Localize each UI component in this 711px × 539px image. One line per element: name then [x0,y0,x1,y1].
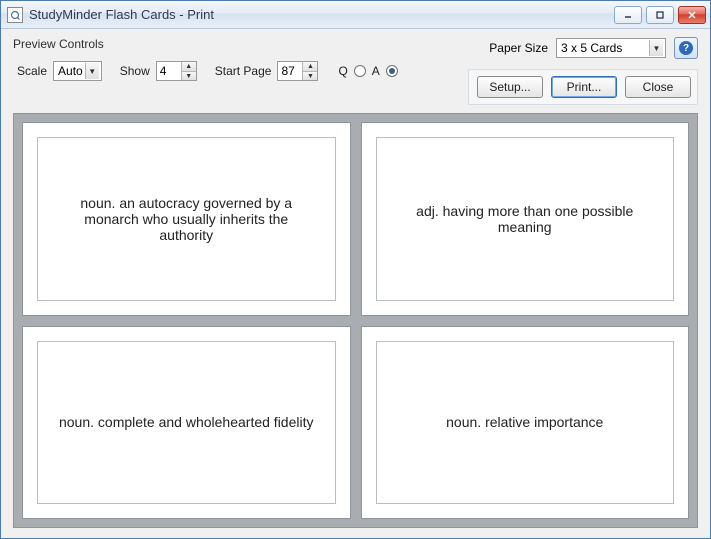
card: noun. complete and wholehearted fidelity [22,326,351,520]
button-row: Setup... Print... Close [468,69,698,105]
maximize-button[interactable] [646,6,674,24]
dropdown-icon: ▼ [649,40,663,56]
spinner-down-icon[interactable]: ▼ [303,71,317,80]
show-spinner[interactable]: 4 ▲ ▼ [156,61,197,81]
q-radio[interactable] [354,65,366,77]
minimize-button[interactable] [614,6,642,24]
a-label: A [372,64,380,78]
paper-size-row: Paper Size 3 x 5 Cards ▼ ? [468,37,698,59]
startpage-spinner[interactable]: 87 ▲ ▼ [277,61,318,81]
controls-area: Preview Controls Scale Auto ▼ Show 4 ▲ ▼ [13,37,698,105]
preview-surface: noun. an autocracy governed by a monarch… [13,113,698,528]
show-label: Show [120,64,150,78]
help-icon: ? [679,41,693,55]
window-buttons [614,6,706,24]
scale-value: Auto [58,64,83,78]
print-button[interactable]: Print... [551,76,617,98]
preview-controls-row: Scale Auto ▼ Show 4 ▲ ▼ [13,61,452,81]
setup-button[interactable]: Setup... [477,76,543,98]
card: noun. an autocracy governed by a monarch… [22,122,351,316]
app-icon [7,7,23,23]
q-label: Q [338,64,347,78]
client-area: Preview Controls Scale Auto ▼ Show 4 ▲ ▼ [1,29,710,538]
window-title: StudyMinder Flash Cards - Print [29,7,614,22]
right-panel: Paper Size 3 x 5 Cards ▼ ? Setup... Prin… [468,37,698,105]
spinner-down-icon[interactable]: ▼ [182,71,196,80]
paper-size-label: Paper Size [489,41,548,55]
dropdown-icon: ▼ [85,63,99,79]
paper-size-value: 3 x 5 Cards [561,41,647,55]
paper-size-combo[interactable]: 3 x 5 Cards ▼ [556,38,666,58]
show-value: 4 [157,62,181,80]
titlebar: StudyMinder Flash Cards - Print [1,1,710,29]
card-text: noun. an autocracy governed by a monarch… [37,137,336,301]
card: noun. relative importance [361,326,690,520]
app-window: StudyMinder Flash Cards - Print Preview … [0,0,711,539]
a-radio[interactable] [386,65,398,77]
close-button[interactable]: Close [625,76,691,98]
preview-controls-title: Preview Controls [13,37,452,51]
startpage-label: Start Page [215,64,272,78]
scale-combo[interactable]: Auto ▼ [53,61,102,81]
card-text: noun. relative importance [376,341,675,505]
spinner-up-icon[interactable]: ▲ [182,62,196,71]
preview-controls-panel: Preview Controls Scale Auto ▼ Show 4 ▲ ▼ [13,37,452,81]
spinner-up-icon[interactable]: ▲ [303,62,317,71]
scale-label: Scale [17,64,47,78]
card: adj. having more than one possible meani… [361,122,690,316]
card-text: adj. having more than one possible meani… [376,137,675,301]
card-text: noun. complete and wholehearted fidelity [37,341,336,505]
help-button[interactable]: ? [674,37,698,59]
close-window-button[interactable] [678,6,706,24]
startpage-value: 87 [278,62,302,80]
